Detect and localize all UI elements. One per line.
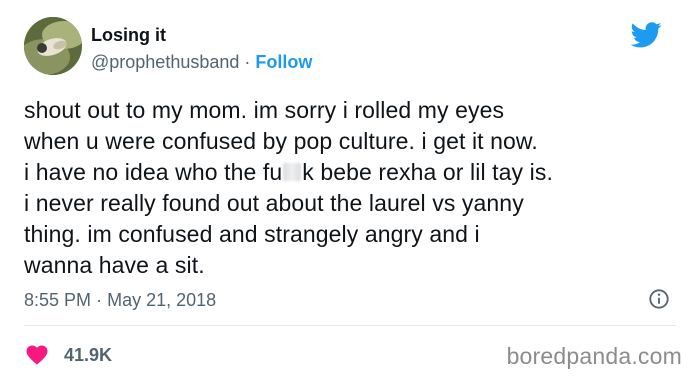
divider bbox=[24, 325, 676, 326]
follow-button[interactable]: Follow bbox=[255, 52, 312, 72]
info-icon[interactable] bbox=[648, 288, 670, 310]
tweet-line-censored: i have no idea who the fu k bebe rexha or… bbox=[24, 157, 684, 188]
tweet-line-part: k bebe rexha or lil tay is. bbox=[302, 159, 553, 185]
timestamp-separator: · bbox=[96, 290, 103, 310]
twitter-bird-icon[interactable] bbox=[631, 22, 662, 48]
tweet-line-part: i have no idea who the fu bbox=[24, 159, 283, 185]
heart-icon[interactable] bbox=[25, 343, 49, 365]
display-name[interactable]: Losing it bbox=[91, 24, 312, 46]
tweet-header: Losing it @prophethusband · Follow bbox=[91, 24, 312, 73]
tweet-text: shout out to my mom. im sorry i rolled m… bbox=[24, 95, 684, 281]
handle-row: @prophethusband · Follow bbox=[91, 51, 312, 73]
tweet-time: 8:55 PM bbox=[24, 290, 92, 310]
censor-blur bbox=[283, 163, 302, 181]
tweet-line: shout out to my mom. im sorry i rolled m… bbox=[24, 97, 505, 123]
tweet-line: thing. im confused and strangely angry a… bbox=[24, 221, 480, 247]
user-handle[interactable]: @prophethusband bbox=[91, 52, 239, 72]
tweet-date: May 21, 2018 bbox=[107, 290, 217, 310]
tweet-line: when u were confused by pop culture. i g… bbox=[24, 128, 538, 154]
tweet-card: Losing it @prophethusband · Follow shout… bbox=[0, 0, 700, 380]
avatar-image bbox=[24, 17, 82, 75]
tweet-timestamp[interactable]: 8:55 PM · May 21, 2018 bbox=[24, 289, 216, 311]
like-count[interactable]: 41.9K bbox=[64, 344, 112, 366]
tweet-line: i never really found out about the laure… bbox=[24, 190, 524, 216]
tweet-line: wanna have a sit. bbox=[24, 252, 205, 278]
watermark: boredpanda.com bbox=[506, 343, 682, 369]
handle-separator: · bbox=[244, 52, 251, 72]
avatar[interactable] bbox=[24, 17, 82, 75]
